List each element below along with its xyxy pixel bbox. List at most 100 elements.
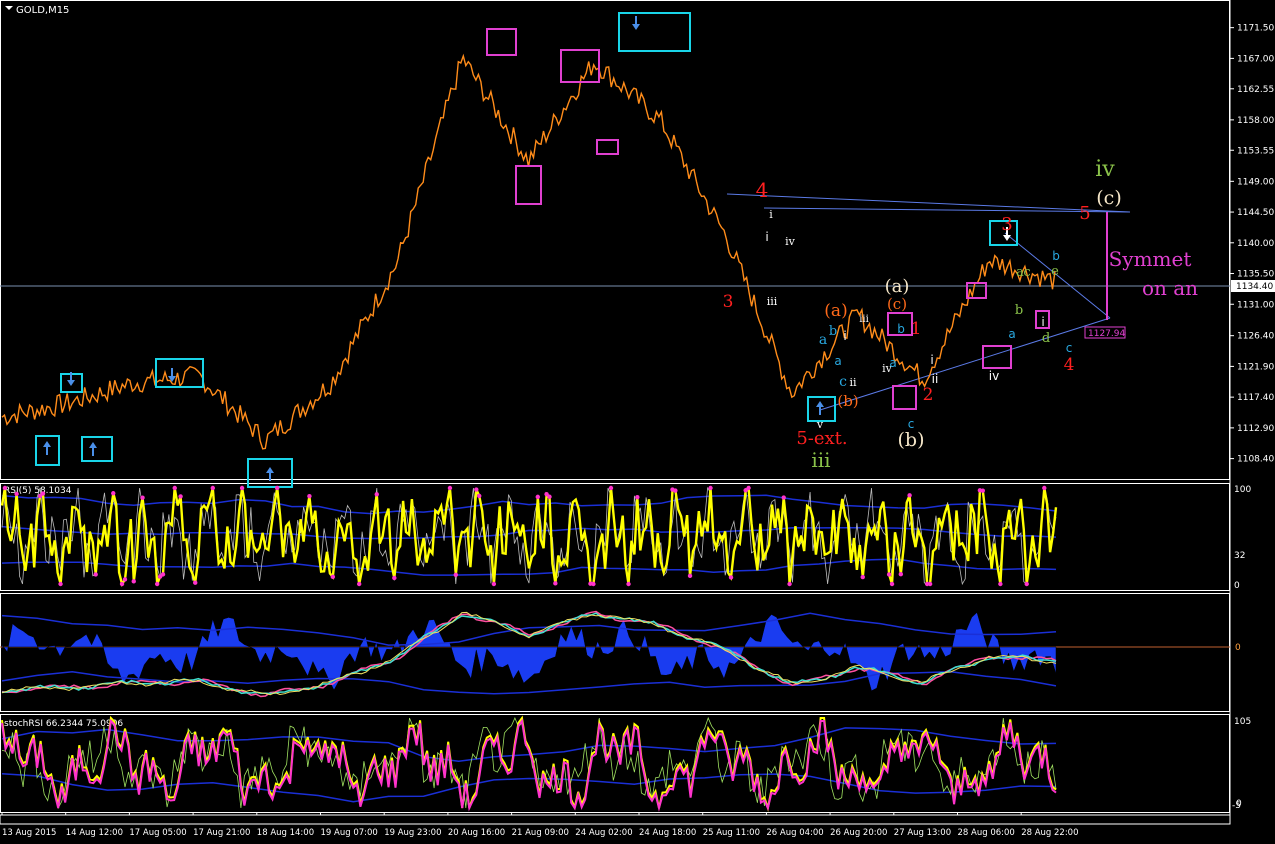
rsi-extreme-dot xyxy=(889,581,895,587)
symbol-title: GOLD,M15 xyxy=(16,5,69,16)
rsi-upper-band xyxy=(1,494,1057,515)
rsi-extreme-dot xyxy=(239,485,245,491)
rsi-extreme-dot xyxy=(728,575,734,580)
price-tick-label: 1149.00 xyxy=(1237,177,1274,187)
wave-sub-label: a xyxy=(889,356,896,370)
time-tick-label: 17 Aug 05:00 xyxy=(129,828,186,838)
time-tick-label: 27 Aug 13:00 xyxy=(894,828,951,838)
wave-label: v xyxy=(816,418,824,431)
rsi-extreme-dot xyxy=(787,581,792,587)
wave-label: iii xyxy=(811,448,830,472)
rsi-extreme-dot xyxy=(119,581,125,587)
wave-sub-label: i xyxy=(930,353,933,367)
rsi-extreme-dot xyxy=(474,487,479,492)
rsi-extreme-dot xyxy=(392,575,397,581)
wave-sub-label: iv xyxy=(989,369,999,383)
rsi-extreme-dot xyxy=(374,492,379,497)
rsi-extreme-dot xyxy=(140,495,145,500)
rsi-extreme-dot xyxy=(453,572,459,577)
wave-label: ii xyxy=(849,376,857,389)
buy-box xyxy=(81,436,113,462)
signal-arrows xyxy=(43,16,1011,481)
wave-label: (a) xyxy=(824,301,847,321)
rsi-panel: RSI(5) 58.1034 100 32 0 xyxy=(0,485,1251,591)
rsi-extreme-dot xyxy=(356,581,362,587)
rsi-extreme-dot xyxy=(547,494,552,499)
rsi-extreme-dot xyxy=(998,581,1003,587)
rsi-extreme-dot xyxy=(447,485,453,491)
buy-box xyxy=(892,385,917,410)
rsi-extreme-dot xyxy=(154,581,160,587)
rsi-extreme-dot xyxy=(535,494,540,500)
oscillator-band-upper xyxy=(1,612,1057,646)
time-tick-label: 13 Aug 2015 xyxy=(2,828,56,838)
dropdown-icon[interactable] xyxy=(5,6,13,10)
rsi-extreme-dot xyxy=(687,573,693,579)
wave-label: c xyxy=(839,374,847,390)
rsi-extreme-dot xyxy=(907,493,912,498)
rsi-extreme-dot xyxy=(330,574,336,580)
rsi-extreme-dot xyxy=(980,488,986,493)
time-tick-label: 28 Aug 22:00 xyxy=(1021,828,1078,838)
rsi-extreme-dot xyxy=(477,493,482,499)
price-tick-label: 1112.90 xyxy=(1237,424,1274,434)
wave-label: iii xyxy=(859,314,869,325)
rsi-extreme-dot xyxy=(111,491,116,496)
wave-label: b xyxy=(1015,303,1023,318)
wave-label: 5-ext. xyxy=(796,428,847,449)
rsi-extreme-dot xyxy=(14,491,19,497)
time-tick-label: 18 Aug 14:00 xyxy=(257,828,314,838)
rsi-extreme-dot xyxy=(93,572,98,577)
gold-m15-chart[interactable]: 1171.50 1167.00 1162.55 1158.00 1153.55 1149.… xyxy=(0,0,1275,844)
time-tick-label: 20 Aug 16:00 xyxy=(448,828,505,838)
price-axis-ticks: 1171.50 1167.00 1162.55 1158.00 1153.55 1149.… xyxy=(1230,24,1274,465)
wave-label: 2 xyxy=(923,385,934,405)
rsi-extreme-dot xyxy=(553,581,558,586)
rsi-middle-band xyxy=(1,525,1057,540)
rsi-extreme-dot xyxy=(131,579,136,584)
rsi-extreme-dot xyxy=(673,488,678,493)
wave-label: (b) xyxy=(837,392,858,410)
chart-scrollbar[interactable] xyxy=(0,814,1231,825)
wave-label: 4 xyxy=(756,178,769,202)
wave-sub-label: ii xyxy=(932,372,939,386)
wave-label: d xyxy=(1042,331,1050,346)
time-tick-label: 24 Aug 02:00 xyxy=(575,828,632,838)
rsi-extreme-dot xyxy=(708,485,713,491)
oscillator-zero-marker: 0 xyxy=(1235,643,1241,653)
time-tick-label: 28 Aug 06:00 xyxy=(958,828,1015,838)
rsi-extreme-dot xyxy=(275,485,280,491)
wave-label: on an xyxy=(1142,276,1198,300)
wave-label: i xyxy=(769,208,773,221)
rsi-extreme-dot xyxy=(886,572,892,577)
buy-box xyxy=(515,165,542,205)
sell-box xyxy=(618,12,691,52)
wave-label: a xyxy=(819,332,827,348)
time-tick-label: 19 Aug 07:00 xyxy=(321,828,378,838)
time-tick-label: 24 Aug 18:00 xyxy=(639,828,696,838)
price-tick-label: 1117.40 xyxy=(1237,393,1274,403)
stochrsi-d-line xyxy=(1,718,1057,812)
rsi-extreme-dot xyxy=(608,485,614,491)
price-tick-label: 1167.00 xyxy=(1237,54,1274,64)
wave-label: 4 xyxy=(1064,355,1075,375)
time-tick-label: 26 Aug 20:00 xyxy=(830,828,887,838)
rsi-extreme-dot xyxy=(122,577,128,582)
rsi-extreme-dot xyxy=(626,581,631,587)
wave-label: (c) xyxy=(1096,187,1121,209)
wave-label: iv xyxy=(1095,157,1115,182)
current-price-label: 1134.40 xyxy=(1236,282,1273,292)
wave-sub-label: i xyxy=(1041,315,1044,329)
rsi-extreme-dot xyxy=(40,491,46,496)
price-tick-label: 1121.90 xyxy=(1237,362,1274,372)
rsi-extreme-dot xyxy=(927,581,933,587)
wave-label: iv xyxy=(785,235,796,248)
wave-label: e xyxy=(1051,264,1059,279)
stochrsi-k-line xyxy=(1,715,1057,812)
time-tick-label: 14 Aug 12:00 xyxy=(66,828,123,838)
rsi-level-32: 32 xyxy=(1234,551,1245,561)
price-tick-label: 1162.55 xyxy=(1237,85,1274,95)
time-tick-label: 25 Aug 11:00 xyxy=(703,828,760,838)
price-tick-label: 1108.40 xyxy=(1237,455,1274,465)
time-tick-label: 26 Aug 04:00 xyxy=(766,828,823,838)
